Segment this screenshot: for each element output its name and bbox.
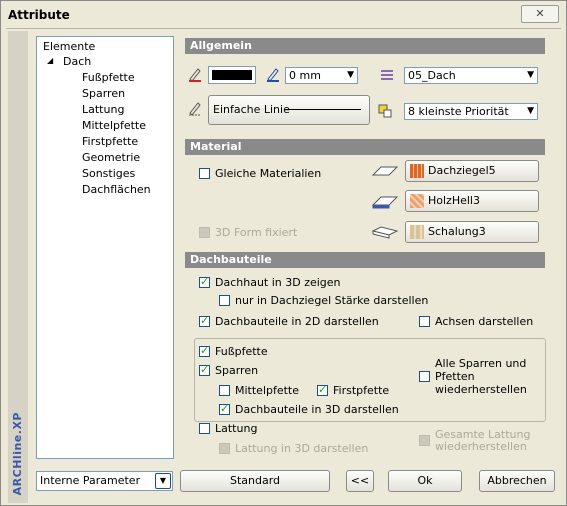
line-width-icon xyxy=(267,68,279,82)
section-dachbauteile: Dachbauteile xyxy=(185,252,545,268)
gesamte-lattung-checkbox[interactable] xyxy=(419,435,430,446)
sheathing-icon xyxy=(371,226,399,239)
tree-toggle-icon[interactable]: ◢ xyxy=(47,56,53,65)
parameters-select[interactable]: Interne Parameter ▼ xyxy=(36,471,173,491)
tree-item-dachflaechen[interactable]: Dachflächen xyxy=(82,183,151,196)
section-material: Material xyxy=(185,139,545,155)
achsen-label: Achsen darstellen xyxy=(435,315,534,328)
chevron-down-icon: ▼ xyxy=(527,70,534,80)
material-label: Dachziegel5 xyxy=(428,164,496,177)
brand-strip: ARCHline.XP xyxy=(8,31,28,503)
layer-value: 05_Dach xyxy=(408,69,456,82)
material-schalung-button[interactable]: Schalung3 xyxy=(405,221,539,243)
priority-icon xyxy=(378,104,392,118)
bauteile-2d-label: Dachbauteile in 2D darstellen xyxy=(215,315,379,328)
tree-item-firstpfette[interactable]: Firstpfette xyxy=(82,135,138,148)
3d-form-fixed-checkbox[interactable] xyxy=(199,227,210,238)
layer-select[interactable]: 05_Dach ▼ xyxy=(404,67,538,84)
brand-label: ARCHline.XP xyxy=(11,411,24,495)
dachhaut-3d-label: Dachhaut in 3D zeigen xyxy=(215,276,341,289)
chevron-down-icon[interactable]: ▼ xyxy=(155,473,171,489)
firstpfette-label: Firstpfette xyxy=(333,384,390,397)
attribute-dialog: Attribute ✕ ARCHline.XP Elemente ◢ Dach … xyxy=(0,0,567,506)
3d-form-fixed-label: 3D Form fixiert xyxy=(215,226,298,239)
achsen-checkbox[interactable] xyxy=(419,316,430,327)
back-button[interactable]: << xyxy=(346,470,374,492)
pen-color-icon xyxy=(189,68,201,82)
line-width-value: 0 mm xyxy=(289,69,321,82)
lattung-label: Lattung xyxy=(215,422,258,435)
material-label: HolzHell3 xyxy=(428,194,480,207)
mittelpfette-checkbox[interactable] xyxy=(219,385,230,396)
material-label: Schalung3 xyxy=(428,225,486,238)
fusspfette-label: Fußpfette xyxy=(215,345,268,358)
line-style-label: Einfache Linie xyxy=(213,103,290,116)
material-swatch xyxy=(410,225,424,239)
section-allgemein: Allgemein xyxy=(185,38,545,54)
line-style-button[interactable]: Einfache Linie xyxy=(208,95,370,125)
tree-node-dach[interactable]: Dach xyxy=(63,55,91,68)
lattung-3d-label: Lattung in 3D darstellen xyxy=(235,442,369,455)
tree-item-fusspfette[interactable]: Fußpfette xyxy=(82,71,135,84)
bauteile-3d-label: Dachbauteile in 3D darstellen xyxy=(235,403,399,416)
bauteile-3d-checkbox[interactable] xyxy=(219,402,230,415)
sparren-checkbox[interactable] xyxy=(199,363,210,376)
tree-root[interactable]: Elemente xyxy=(43,40,95,53)
firstpfette-checkbox[interactable] xyxy=(317,383,328,396)
standard-button[interactable]: Standard xyxy=(180,470,330,492)
roof-surface-icon xyxy=(371,166,399,176)
lattung-checkbox[interactable] xyxy=(199,423,210,434)
nur-dachziegel-label: nur in Dachziegel Stärke darstellen xyxy=(235,294,429,307)
tree-item-sonstiges[interactable]: Sonstiges xyxy=(82,167,135,180)
lattung-3d-checkbox[interactable] xyxy=(219,443,230,454)
line-style-icon xyxy=(189,102,201,116)
chevron-down-icon: ▼ xyxy=(527,106,534,116)
chevron-down-icon: ▼ xyxy=(347,70,354,80)
tree-item-sparren[interactable]: Sparren xyxy=(82,87,125,100)
material-holzhell-button[interactable]: HolzHell3 xyxy=(405,190,539,212)
nur-dachziegel-checkbox[interactable] xyxy=(219,295,230,306)
dachhaut-3d-checkbox[interactable] xyxy=(199,275,210,288)
alle-sparren-checkbox[interactable] xyxy=(419,371,430,382)
sparren-label: Sparren xyxy=(215,364,259,377)
parameters-value: Interne Parameter xyxy=(40,474,141,487)
line-width-select[interactable]: 0 mm ▼ xyxy=(285,67,358,84)
fusspfette-checkbox[interactable] xyxy=(199,344,210,357)
same-materials-checkbox[interactable] xyxy=(199,168,210,179)
pen-color-picker[interactable] xyxy=(208,66,256,84)
bauteile-2d-checkbox[interactable] xyxy=(199,314,210,327)
layer-icon xyxy=(381,70,393,80)
mittelpfette-label: Mittelpfette xyxy=(235,384,300,397)
tree-item-mittelpfette[interactable]: Mittelpfette xyxy=(82,119,146,132)
close-button[interactable]: ✕ xyxy=(521,5,559,23)
material-swatch xyxy=(410,194,424,208)
material-swatch xyxy=(410,164,424,178)
alle-sparren-label: Alle Sparren und Pfetten wiederherstelle… xyxy=(435,357,527,396)
window-title: Attribute xyxy=(8,8,70,22)
divider xyxy=(6,28,561,29)
pen-color-swatch xyxy=(212,70,252,80)
priority-value: 8 kleinste Priorität xyxy=(408,105,509,118)
line-preview xyxy=(284,109,361,110)
ok-button[interactable]: Ok xyxy=(388,470,462,492)
material-dachziegel-button[interactable]: Dachziegel5 xyxy=(405,160,539,182)
tree-item-lattung[interactable]: Lattung xyxy=(82,103,124,116)
tree-item-geometrie[interactable]: Geometrie xyxy=(82,151,140,164)
cancel-button[interactable]: Abbrechen xyxy=(479,470,555,492)
beam-icon xyxy=(371,196,399,209)
gesamte-lattung-label: Gesamte Lattung wiederherstellen xyxy=(435,428,531,453)
priority-select[interactable]: 8 kleinste Priorität ▼ xyxy=(404,103,538,120)
element-tree[interactable]: Elemente ◢ Dach Fußpfette Sparren Lattun… xyxy=(36,36,174,459)
same-materials-label: Gleiche Materialien xyxy=(215,167,322,180)
